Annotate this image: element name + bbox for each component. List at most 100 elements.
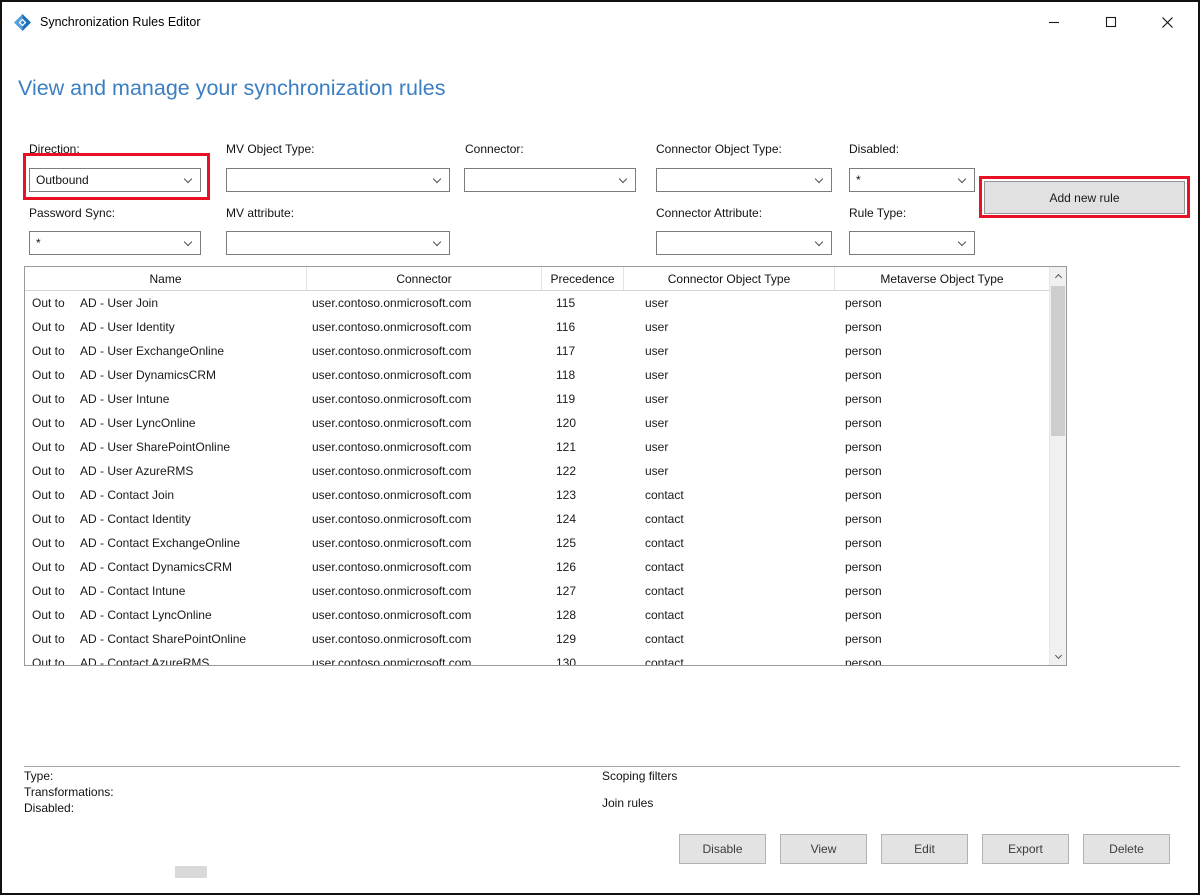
rule-connector: user.contoso.onmicrosoft.com [307, 488, 542, 502]
mv-object-type-label: MV Object Type: [226, 142, 314, 156]
direction-select[interactable]: Outbound [29, 168, 201, 192]
column-header-connector-object-type[interactable]: Connector Object Type [624, 267, 835, 290]
column-header-connector[interactable]: Connector [307, 267, 542, 290]
table-row[interactable]: Out toAD - User DynamicsCRM user.contoso… [25, 363, 1049, 387]
rule-direction: Out to [32, 320, 80, 334]
table-row[interactable]: Out toAD - Contact AzureRMS user.contoso… [25, 651, 1049, 666]
rule-name: AD - Contact Intune [80, 584, 185, 598]
rule-connector: user.contoso.onmicrosoft.com [307, 560, 542, 574]
rule-precedence: 124 [542, 512, 624, 526]
rule-name: AD - Contact AzureRMS [80, 656, 209, 666]
table-row[interactable]: Out toAD - Contact ExchangeOnline user.c… [25, 531, 1049, 555]
rule-direction: Out to [32, 536, 80, 550]
edit-button[interactable]: Edit [881, 834, 968, 864]
connector-select[interactable] [464, 168, 636, 192]
table-row[interactable]: Out toAD - User AzureRMS user.contoso.on… [25, 459, 1049, 483]
rule-metaverse-object-type: person [835, 296, 1049, 310]
title-bar[interactable]: Synchronization Rules Editor [2, 2, 1198, 42]
connector-label: Connector: [465, 142, 524, 156]
rule-direction: Out to [32, 464, 80, 478]
password-sync-select[interactable]: * [29, 231, 201, 255]
rule-connector-object-type: contact [624, 560, 835, 574]
vertical-scrollbar[interactable] [1049, 267, 1066, 665]
rule-precedence: 120 [542, 416, 624, 430]
table-row[interactable]: Out toAD - Contact Intune user.contoso.o… [25, 579, 1049, 603]
table-row[interactable]: Out toAD - User Join user.contoso.onmicr… [25, 291, 1049, 315]
scrollbar-thumb[interactable] [1051, 286, 1065, 436]
disable-button[interactable]: Disable [679, 834, 766, 864]
chevron-down-icon [184, 174, 192, 182]
table-row[interactable]: Out toAD - Contact DynamicsCRM user.cont… [25, 555, 1049, 579]
rule-type-select[interactable] [849, 231, 975, 255]
column-header-precedence[interactable]: Precedence [542, 267, 624, 290]
disabled-filter-select[interactable]: * [849, 168, 975, 192]
stray-gray-box [175, 866, 207, 878]
rule-connector-object-type: user [624, 368, 835, 382]
connector-attribute-select[interactable] [656, 231, 832, 255]
table-row[interactable]: Out toAD - Contact Identity user.contoso… [25, 507, 1049, 531]
chevron-down-icon [815, 174, 823, 182]
password-sync-value: * [36, 236, 41, 250]
rule-connector-object-type: user [624, 392, 835, 406]
scroll-down-button[interactable] [1050, 648, 1066, 665]
rule-direction: Out to [32, 632, 80, 646]
rule-metaverse-object-type: person [835, 656, 1049, 666]
table-row[interactable]: Out toAD - User SharePointOnline user.co… [25, 435, 1049, 459]
scroll-up-button[interactable] [1050, 267, 1066, 284]
table-row[interactable]: Out toAD - Contact LyncOnline user.conto… [25, 603, 1049, 627]
rule-connector: user.contoso.onmicrosoft.com [307, 608, 542, 622]
scoping-filters-label: Scoping filters [602, 769, 677, 783]
rule-connector: user.contoso.onmicrosoft.com [307, 656, 542, 666]
rule-direction: Out to [32, 368, 80, 382]
rule-metaverse-object-type: person [835, 488, 1049, 502]
column-header-metaverse-object-type[interactable]: Metaverse Object Type [835, 267, 1049, 290]
delete-button[interactable]: Delete [1083, 834, 1170, 864]
table-row[interactable]: Out toAD - Contact SharePointOnline user… [25, 627, 1049, 651]
rule-name: AD - User AzureRMS [80, 464, 193, 478]
rule-name: AD - Contact LyncOnline [80, 608, 212, 622]
action-button-row: Disable View Edit Export Delete [679, 834, 1170, 864]
rule-connector: user.contoso.onmicrosoft.com [307, 464, 542, 478]
export-button[interactable]: Export [982, 834, 1069, 864]
rule-metaverse-object-type: person [835, 344, 1049, 358]
rule-precedence: 129 [542, 632, 624, 646]
add-new-rule-button[interactable]: Add new rule [984, 181, 1185, 214]
rule-connector-object-type: contact [624, 656, 835, 666]
rule-precedence: 127 [542, 584, 624, 598]
detail-type-label: Type: [24, 769, 53, 783]
view-button[interactable]: View [780, 834, 867, 864]
rule-connector: user.contoso.onmicrosoft.com [307, 440, 542, 454]
connector-object-type-select[interactable] [656, 168, 832, 192]
column-header-name[interactable]: Name [25, 267, 307, 290]
rule-direction: Out to [32, 416, 80, 430]
rule-metaverse-object-type: person [835, 608, 1049, 622]
disabled-filter-value: * [856, 173, 861, 187]
rule-metaverse-object-type: person [835, 440, 1049, 454]
rule-direction: Out to [32, 560, 80, 574]
mv-object-type-select[interactable] [226, 168, 450, 192]
table-row[interactable]: Out toAD - User LyncOnline user.contoso.… [25, 411, 1049, 435]
rule-precedence: 115 [542, 296, 624, 310]
minimize-button[interactable] [1025, 2, 1082, 42]
rule-connector-object-type: contact [624, 608, 835, 622]
table-row[interactable]: Out toAD - User Intune user.contoso.onmi… [25, 387, 1049, 411]
mv-attribute-select[interactable] [226, 231, 450, 255]
rule-direction: Out to [32, 512, 80, 526]
chevron-down-icon [184, 237, 192, 245]
rule-connector: user.contoso.onmicrosoft.com [307, 584, 542, 598]
rule-precedence: 123 [542, 488, 624, 502]
rule-name: AD - User ExchangeOnline [80, 344, 224, 358]
rule-direction: Out to [32, 608, 80, 622]
rule-direction: Out to [32, 296, 80, 310]
detail-disabled-label: Disabled: [24, 801, 74, 815]
rule-connector-object-type: user [624, 320, 835, 334]
table-row[interactable]: Out toAD - User Identity user.contoso.on… [25, 315, 1049, 339]
rule-direction: Out to [32, 344, 80, 358]
table-row[interactable]: Out toAD - Contact Join user.contoso.onm… [25, 483, 1049, 507]
table-row[interactable]: Out toAD - User ExchangeOnline user.cont… [25, 339, 1049, 363]
rule-connector: user.contoso.onmicrosoft.com [307, 392, 542, 406]
app-window: Synchronization Rules Editor View and ma… [0, 0, 1200, 895]
rule-connector: user.contoso.onmicrosoft.com [307, 512, 542, 526]
maximize-button[interactable] [1082, 2, 1139, 42]
close-button[interactable] [1139, 2, 1196, 42]
